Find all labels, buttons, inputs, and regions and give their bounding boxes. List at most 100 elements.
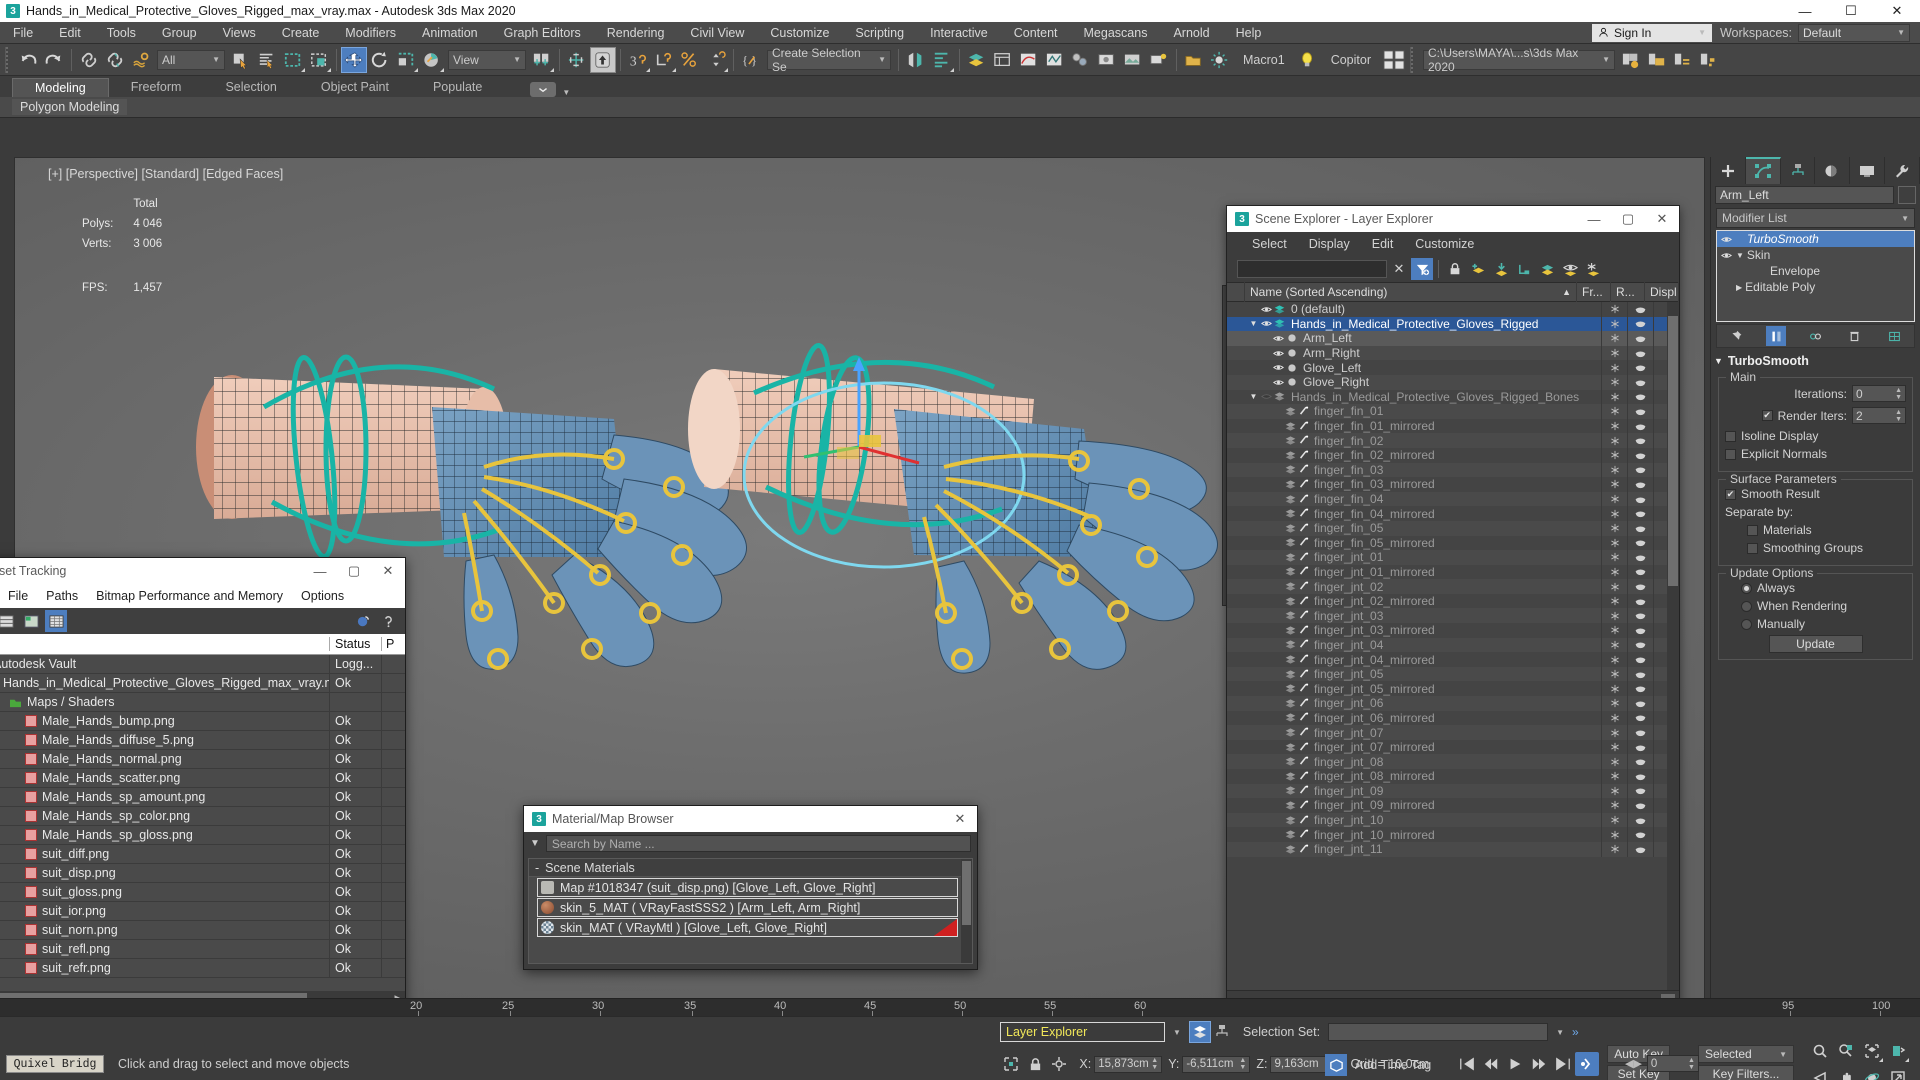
expand-arrow-icon[interactable]: ▼ (1247, 319, 1260, 328)
project-path-select[interactable]: C:\Users\MAYA\...s\3ds Max 2020 ▼ (1422, 46, 1615, 74)
material-browser-scrollbar[interactable] (961, 859, 972, 963)
select-and-move-icon[interactable] (341, 46, 367, 73)
se-menu-customize[interactable]: Customize (1404, 237, 1485, 251)
timeline-ruler[interactable]: 20 25 30 35 40 45 50 55 60 95 100 (0, 998, 1920, 1016)
menu-megascans[interactable]: Megascans (1071, 22, 1161, 44)
asset-row[interactable]: Male_Hands_diffuse_5.png Ok (0, 730, 405, 750)
tab-freeform[interactable]: Freeform (109, 78, 204, 97)
asset-minimize-button[interactable]: — (303, 558, 337, 584)
asset-row[interactable]: 3Hands_in_Medical_Protective_Gloves_Rigg… (0, 673, 405, 693)
scene-explorer-row[interactable]: finger_jnt_05 (1227, 666, 1679, 682)
visibility-eye-icon[interactable] (1272, 378, 1285, 387)
stack-expand-icon[interactable]: ▶ (1736, 283, 1742, 292)
frozen-cell[interactable] (1601, 637, 1627, 653)
frozen-cell[interactable] (1601, 608, 1627, 624)
scene-explorer-row[interactable]: finger_jnt_09_mirrored (1227, 798, 1679, 813)
tab-display[interactable] (1850, 157, 1886, 184)
scene-explorer-window[interactable]: 3 Scene Explorer - Layer Explorer — ▢ ✕ … (1226, 205, 1680, 1011)
use-pivot-point-center-icon[interactable] (529, 47, 555, 73)
frozen-cell[interactable] (1601, 710, 1627, 726)
renderable-cell[interactable] (1627, 798, 1653, 813)
time-tag-icon[interactable] (1325, 1054, 1347, 1076)
scene-explorer-search-input[interactable] (1237, 260, 1387, 278)
scene-explorer-row[interactable]: finger_jnt_01_mirrored (1227, 564, 1679, 580)
scene-explorer-row[interactable]: ▼ Hands_in_Medical_Protective_Gloves_Rig… (1227, 389, 1679, 405)
menu-interactive[interactable]: Interactive (917, 22, 1001, 44)
chevron-down-icon[interactable]: ▼ (562, 88, 570, 97)
renderable-cell[interactable] (1627, 827, 1653, 842)
renderable-cell[interactable] (1627, 696, 1653, 711)
modifier-visibility-icon[interactable] (1720, 235, 1733, 244)
percent-snap-toggle-icon[interactable] (677, 47, 703, 73)
update-manually-radio[interactable] (1741, 618, 1752, 630)
column-display[interactable]: Displ (1645, 282, 1679, 302)
renderable-cell[interactable] (1627, 331, 1653, 346)
renderable-cell[interactable] (1627, 491, 1653, 507)
scene-explorer-row[interactable]: finger_jnt_10_mirrored (1227, 827, 1679, 842)
zoom-region-icon[interactable] (1886, 1039, 1910, 1063)
layer-explorer-icon[interactable] (964, 47, 990, 73)
asset-tracking-table[interactable]: Status P Autodesk Vault Logg... 3Hands_i… (0, 634, 405, 991)
asset-help-globe-icon[interactable] (352, 610, 374, 632)
menu-create[interactable]: Create (269, 22, 333, 44)
spinner-snap-toggle-icon[interactable] (703, 47, 729, 73)
material-search-input[interactable]: Search by Name ... (545, 835, 971, 852)
material-browser-close[interactable]: ✕ (943, 806, 977, 832)
next-frame-icon[interactable] (1527, 1052, 1551, 1076)
frozen-cell[interactable] (1601, 681, 1627, 697)
align-icon[interactable] (929, 47, 955, 73)
layer-explorer-indicator[interactable]: Layer Explorer (1000, 1022, 1165, 1042)
asset-row[interactable]: suit_refl.png Ok (0, 939, 405, 959)
toolbar-grip-2[interactable] (1409, 46, 1417, 73)
scene-explorer-row[interactable]: finger_jnt_01 (1227, 550, 1679, 565)
clear-search-icon[interactable]: ✕ (1388, 258, 1410, 280)
field-of-view-icon[interactable] (1808, 1066, 1832, 1080)
select-child-nodes-icon[interactable] (1513, 258, 1535, 280)
scene-explorer-row[interactable]: finger_fin_01 (1227, 404, 1679, 419)
key-filters-button[interactable]: Key Filters... (1698, 1065, 1794, 1080)
tab-utilities[interactable] (1885, 157, 1920, 184)
frozen-cell[interactable] (1601, 769, 1627, 784)
scene-explorer-row[interactable]: 0 (default) (1227, 302, 1679, 317)
scene-explorer-row[interactable]: finger_jnt_11 (1227, 841, 1679, 857)
asset-row[interactable]: Male_Hands_sp_gloss.png Ok (0, 825, 405, 845)
material-editor-icon[interactable] (1068, 47, 1094, 73)
update-when-rendering-radio[interactable] (1741, 600, 1752, 612)
renderable-cell[interactable] (1627, 652, 1653, 667)
selection-set-input[interactable] (1328, 1023, 1549, 1041)
asset-row[interactable]: suit_diff.png Ok (0, 844, 405, 864)
frozen-cell[interactable] (1601, 652, 1627, 667)
frozen-cell[interactable] (1601, 725, 1627, 740)
modifier-stack-row[interactable]: ▼ Skin (1717, 247, 1914, 263)
material-item[interactable]: skin_MAT ( VRayMtl ) [Glove_Left, Glove_… (537, 918, 958, 937)
frozen-cell[interactable] (1601, 506, 1627, 521)
place-highlight-icon[interactable] (1207, 47, 1233, 73)
frozen-cell[interactable] (1601, 433, 1627, 448)
asset-row[interactable]: suit_disp.png Ok (0, 863, 405, 883)
modifier-stack-row[interactable]: ▶ Editable Poly (1717, 279, 1914, 295)
frozen-cell[interactable] (1601, 462, 1627, 478)
scene-explorer-row[interactable]: finger_jnt_05_mirrored (1227, 681, 1679, 697)
update-always-radio[interactable] (1741, 582, 1752, 594)
make-unique-icon[interactable] (1805, 326, 1825, 346)
menu-arnold[interactable]: Arnold (1160, 22, 1222, 44)
renderable-cell[interactable] (1627, 477, 1653, 492)
menu-rendering[interactable]: Rendering (594, 22, 678, 44)
material-item[interactable]: skin_5_MAT ( VRayFastSSS2 ) [Arm_Left, A… (537, 898, 958, 917)
macro1-button[interactable]: Macro1 (1233, 47, 1295, 73)
renderable-cell[interactable] (1627, 579, 1653, 594)
renderable-cell[interactable] (1627, 506, 1653, 521)
material-item[interactable]: Map #1018347 (suit_disp.png) [Glove_Left… (537, 878, 958, 897)
scene-explorer-minimize[interactable]: — (1577, 206, 1611, 232)
scene-explorer-row[interactable]: finger_jnt_02 (1227, 579, 1679, 594)
select-object-icon[interactable] (228, 47, 254, 73)
asset-maximize-button[interactable]: ▢ (337, 558, 371, 584)
previous-frame-icon[interactable] (1479, 1052, 1503, 1076)
select-and-place-icon[interactable] (419, 47, 445, 73)
frozen-cell[interactable] (1601, 374, 1627, 390)
light-bulb-icon[interactable] (1295, 47, 1321, 73)
material-map-browser-window[interactable]: 3 Material/Map Browser ✕ ▼ Search by Nam… (523, 805, 978, 970)
column-frozen[interactable]: Fr... (1577, 282, 1611, 302)
x-coordinate-field[interactable]: 15,873cm ▲ ▼ (1094, 1055, 1163, 1073)
scene-explorer-row[interactable]: finger_jnt_09 (1227, 783, 1679, 799)
